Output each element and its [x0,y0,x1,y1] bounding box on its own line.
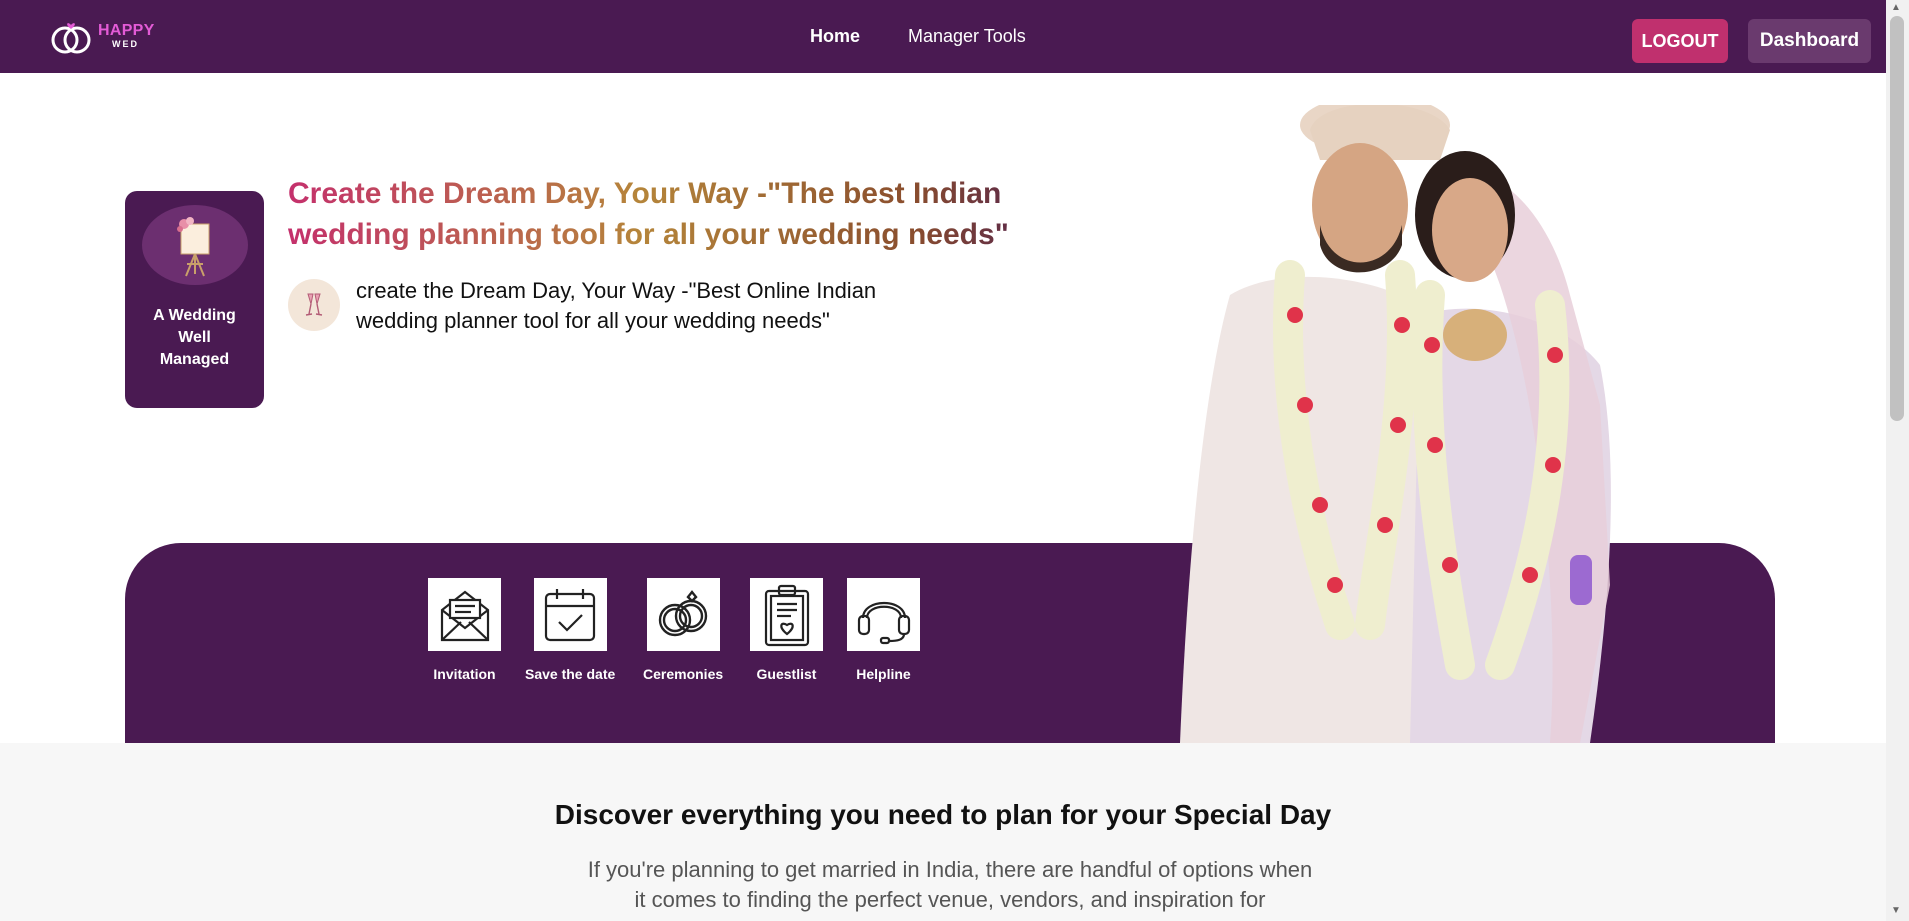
clipboard-heart-icon [764,584,809,646]
tool-label: Invitation [433,666,496,682]
tool-guestlist-box [750,578,823,651]
tool-save-the-date-box [533,578,607,651]
dashboard-button[interactable]: Dashboard [1748,19,1871,63]
calendar-check-icon [545,588,596,641]
top-navbar: HAPPY WED Home Manager Tools LOGOUT Dash… [0,0,1886,73]
tool-label: Ceremonies [643,666,724,682]
scroll-down-arrow-icon[interactable]: ▼ [1891,905,1901,916]
rings-logo-icon [51,23,91,54]
nav-home-link[interactable]: Home [810,26,860,47]
brand-name: HAPPY WED [98,23,155,49]
headset-icon [857,601,910,644]
tool-ceremonies-box [646,578,720,651]
tool-helpline-box [847,578,920,651]
envelope-icon [440,590,489,641]
tool-label: Helpline [856,666,911,682]
logout-button[interactable]: LOGOUT [1632,19,1728,63]
couple-photo [1170,95,1690,744]
scrollbar-thumb[interactable] [1890,16,1904,421]
brand-name-line2: WED [112,39,139,49]
tool-label: Guestlist [756,666,817,682]
tool-label: Save the date [525,666,616,682]
tool-guestlist[interactable]: Guestlist [750,578,823,682]
tool-invitation[interactable]: Invitation [428,578,501,682]
card-icon-circle [141,205,248,285]
wedding-managed-card[interactable]: A Wedding Well Managed [125,191,264,408]
brand-logo[interactable]: HAPPY WED [50,16,160,56]
tool-ceremonies[interactable]: Ceremonies [643,578,723,682]
nav-manager-tools-link[interactable]: Manager Tools [908,26,1026,47]
champagne-icon [288,279,340,331]
rings-icon [658,589,708,636]
hero-title: Create the Dream Day, Your Way -"The bes… [288,173,1068,255]
tool-invitation-box [428,578,501,651]
tool-helpline[interactable]: Helpline [847,578,920,682]
brand-name-line1: HAPPY [98,22,155,39]
discover-title: Discover everything you need to plan for… [554,799,1332,830]
card-text: A Wedding Well Managed [153,307,236,368]
easel-flowers-icon [176,217,209,277]
tool-save-the-date[interactable]: Save the date [525,578,615,682]
discover-text: If you're planning to get married in Ind… [587,857,1313,912]
hero-subtitle: create the Dream Day, Your Way -"Best On… [356,278,877,333]
scroll-up-arrow-icon[interactable]: ▲ [1891,2,1901,13]
